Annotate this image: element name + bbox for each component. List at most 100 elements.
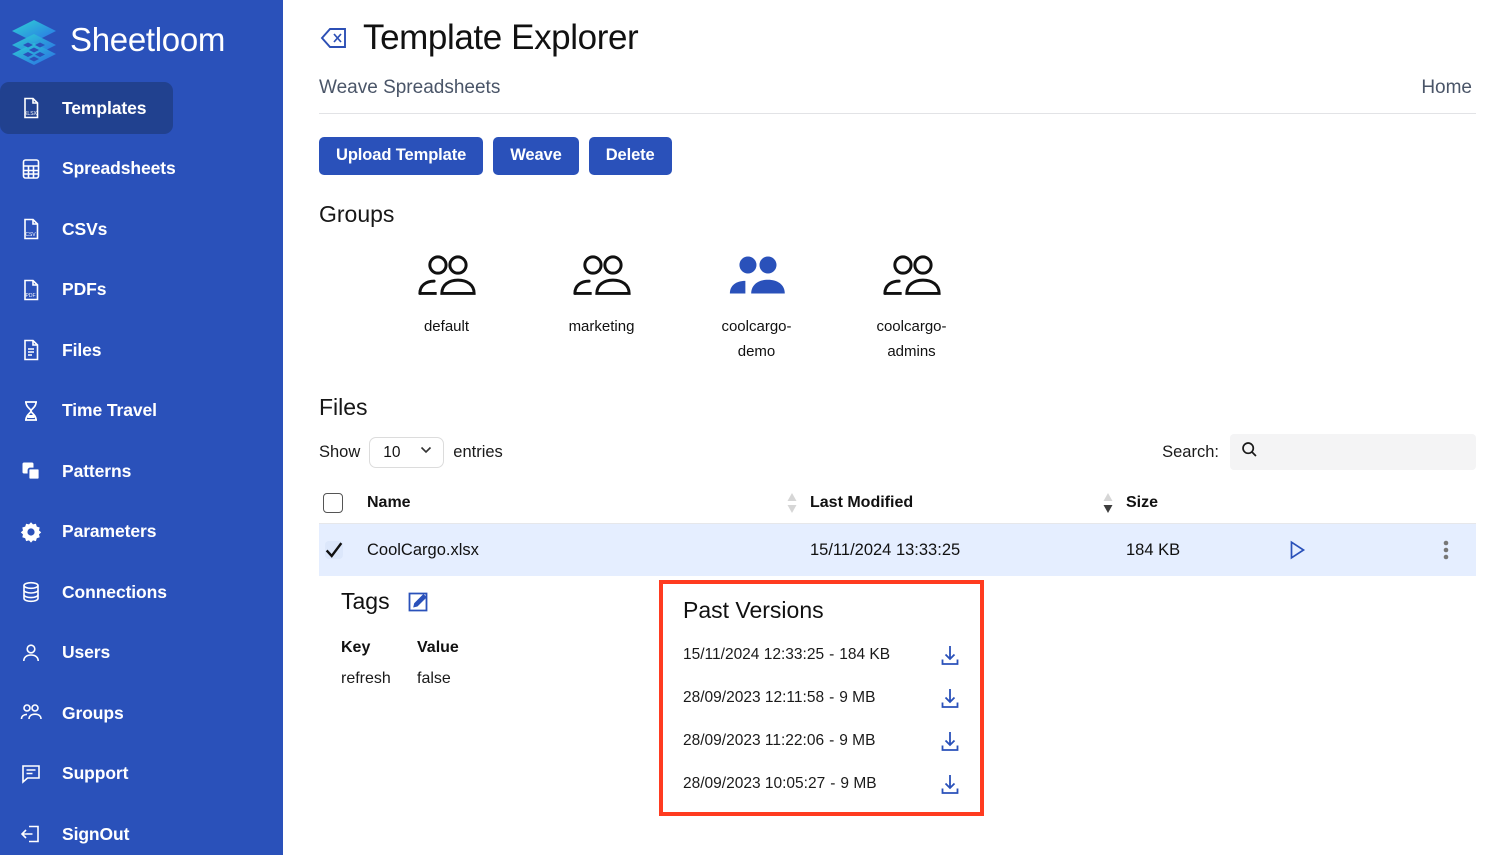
sidebar-item-groups[interactable]: Groups [0,687,173,739]
group-item-default[interactable]: default [369,250,524,364]
sidebar-item-label: Parameters [62,521,157,541]
hourglass-icon [18,398,44,424]
gear-icon [18,519,44,545]
group-item-marketing[interactable]: marketing [524,250,679,364]
delete-button[interactable]: Delete [588,137,672,175]
file-pdf-icon: PDF [18,277,44,303]
sidebar-nav: XLSX Templates Spreadsheets CSV CSVs PDF… [0,82,283,855]
main-content: Template Explorer Weave Spreadsheets Hom… [283,0,1500,855]
brand: Sheetloom [0,8,283,76]
download-icon[interactable] [938,729,962,753]
past-version-label: 28/09/2023 10:05:27-9 MB [683,775,877,793]
tags-column-key: Key [341,639,371,656]
edit-pencil-icon[interactable] [406,590,430,614]
sidebar-item-users[interactable]: Users [0,627,173,679]
users-group-icon [18,700,44,726]
tags-header: Tags [341,588,659,615]
backspace-icon[interactable] [319,23,349,53]
past-version-size: 9 MB [839,732,876,749]
sidebar-item-pdfs[interactable]: PDF PDFs [0,264,173,316]
group-item-label: default [423,318,470,335]
tag-value: false [417,670,451,687]
column-header-size[interactable]: Size [1126,494,1286,512]
past-version-timestamp: 28/09/2023 11:22:06 [683,732,825,749]
sidebar-item-patterns[interactable]: Patterns [0,445,173,497]
groups-section-title: Groups [319,201,395,227]
row-size: 184 KB [1126,540,1181,559]
past-version-row: 28/09/2023 10:05:27-9 MB [683,772,962,796]
group-item-label: coolcargo-admins [876,318,947,360]
sign-out-icon [18,821,44,847]
download-icon[interactable] [938,772,962,796]
row-last-modified: 15/11/2024 13:33:25 [810,540,961,559]
sidebar-item-label: Connections [62,581,167,602]
row-name: CoolCargo.xlsx [367,540,479,559]
sidebar-item-label: Groups [62,702,124,723]
svg-text:XLSX: XLSX [24,111,37,117]
page-subtitle: Weave Spreadsheets [319,77,501,98]
search-box[interactable] [1230,434,1476,470]
row-menu-button[interactable] [1416,539,1476,561]
svg-text:PDF: PDF [26,293,36,299]
table-controls: Show 10 25 50 100 entries [319,434,1476,470]
show-entries-control: Show 10 25 50 100 entries [319,436,503,468]
show-entries-prefix: Show [319,442,361,461]
row-play-button[interactable] [1286,539,1416,561]
file-xlsx-icon: XLSX [18,95,44,121]
header-divider [319,113,1476,114]
search-label: Search: [1162,442,1219,461]
download-icon[interactable] [938,643,962,667]
search-input[interactable] [1265,443,1466,461]
tags-panel: Tags Key Value refresh false [319,588,659,824]
sort-toggle-name[interactable] [774,492,810,514]
sidebar-item-csvs[interactable]: CSV CSVs [0,203,173,255]
column-header-name[interactable]: Name [367,494,774,512]
group-item-coolcargo-admins[interactable]: coolcargo-admins [834,250,989,364]
sidebar-item-signout[interactable]: SignOut [0,808,173,855]
sidebar-item-connections[interactable]: Connections [0,566,173,618]
past-version-timestamp: 28/09/2023 12:11:58 [683,689,825,706]
download-icon[interactable] [938,686,962,710]
sidebar-item-files[interactable]: Files [0,324,173,376]
past-version-row: 15/11/2024 12:33:25-184 KB [683,643,962,667]
table-row[interactable]: CoolCargo.xlsx 15/11/2024 13:33:25 184 K… [319,524,1476,576]
home-link[interactable]: Home [1421,77,1476,99]
row-checkbox[interactable] [323,539,367,561]
past-version-timestamp: 15/11/2024 12:33:25 [683,646,825,663]
weave-button[interactable]: Weave [493,137,579,175]
sidebar-item-label: Patterns [62,460,132,481]
tags-title: Tags [341,588,390,614]
past-versions-panel: Past Versions 15/11/2024 12:33:25-184 KB [659,580,984,816]
past-version-separator: - [829,689,835,706]
groups-list: default marketing coolcargo-demo coolcar… [319,250,1476,364]
tags-table-header: Key Value [341,639,659,657]
sidebar-item-time-travel[interactable]: Time Travel [0,385,173,437]
search-control: Search: [1162,434,1476,470]
sidebar-item-label: Time Travel [62,400,157,420]
group-item-label: coolcargo-demo [721,318,792,360]
entries-select[interactable]: 10 25 50 100 [369,436,445,468]
upload-template-button[interactable]: Upload Template [319,137,484,175]
tags-row: refresh false [341,670,659,688]
page-header: Template Explorer [319,18,1476,58]
group-item-label: marketing [568,318,635,335]
sidebar-item-label: Support [62,763,129,783]
sidebar-item-parameters[interactable]: Parameters [0,506,173,558]
sort-toggle-last-modified[interactable] [1090,492,1126,514]
page-title: Template Explorer [363,18,639,57]
sidebar-item-templates[interactable]: XLSX Templates [0,82,173,134]
subheader-row: Weave Spreadsheets Home [319,77,1476,99]
sidebar-item-label: Templates [62,97,147,118]
group-item-coolcargo-demo[interactable]: coolcargo-demo [679,250,834,364]
past-version-separator: - [829,732,835,749]
sidebar-item-label: PDFs [62,279,107,299]
details-panel: Tags Key Value refresh false Past Versio… [319,580,1476,824]
action-toolbar: Upload Template Weave Delete [319,137,1476,175]
sidebar-item-support[interactable]: Support [0,748,173,800]
past-version-size: 9 MB [839,689,876,706]
select-all-checkbox[interactable] [323,493,367,513]
sidebar-item-spreadsheets[interactable]: Spreadsheets [0,143,176,195]
past-version-label: 15/11/2024 12:33:25-184 KB [683,646,890,664]
column-header-last-modified[interactable]: Last Modified [810,494,1090,512]
past-version-size: 184 KB [839,646,891,663]
